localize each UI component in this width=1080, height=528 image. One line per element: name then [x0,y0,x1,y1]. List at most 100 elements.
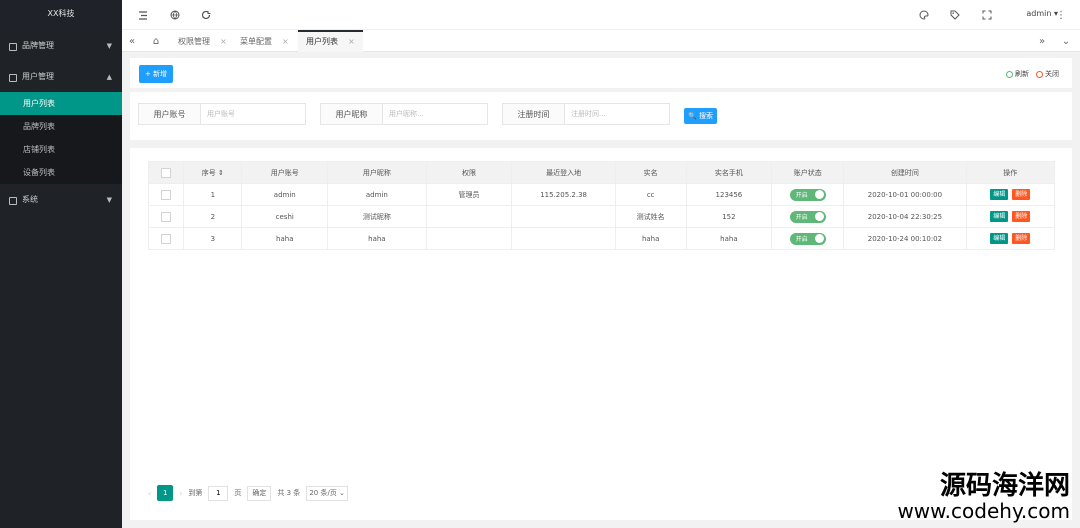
delete-button[interactable]: 删除 [1012,233,1031,244]
tab-permission[interactable]: 权限管理 × [170,30,235,52]
page-current[interactable]: 1 [157,485,174,501]
delete-button[interactable]: 删除 [1012,211,1031,222]
status-toggle[interactable]: 开启 [789,188,826,201]
nickname-input[interactable] [383,104,487,124]
sidebar-item-user-list[interactable]: 用户列表 [0,92,122,115]
close-icon[interactable]: × [220,37,227,46]
column-header[interactable]: 序号 ⇕ [183,161,243,184]
status-toggle[interactable]: 开启 [789,232,826,245]
app-logo: XX科技 [0,0,122,30]
refresh-link[interactable]: 刷新 [1006,69,1029,79]
column-header: 账户状态 [771,161,845,184]
cell-realname: cc [614,183,687,206]
toggle-knob [814,190,824,199]
sidebar-item-device-list[interactable]: 设备列表 [0,161,122,184]
module-icon [8,42,17,51]
tag-icon[interactable] [948,8,962,22]
column-header: 实名 [614,161,687,184]
sidebar-group-users[interactable]: 用户管理 ▲ [0,61,122,92]
goto-confirm-button[interactable]: 确定 [247,485,272,501]
cell-ip [511,205,616,228]
select-all-header [147,161,185,184]
sidebar-submenu: 用户列表 品牌列表 店铺列表 设备列表 [0,92,122,184]
total-count: 共 3 条 [277,489,301,497]
search-panel: 用户账号 用户昵称 注册时间 🔍 搜索 [130,92,1072,140]
cell-phone: 123456 [685,183,773,206]
status-toggle[interactable]: 开启 [789,210,826,223]
toggle-knob [814,212,824,221]
table-row: 3 haha haha haha haha 开启 2020-10-24 00:1… [147,227,1056,250]
delete-button[interactable]: 删除 [1012,189,1031,200]
edit-button[interactable]: 编辑 [990,233,1009,244]
cell-role [425,205,513,228]
close-icon[interactable]: × [282,37,289,46]
top-header: admin ▾ ⋮ [122,0,1080,30]
column-header: 最近登入地 [511,161,616,184]
close-icon [1036,70,1043,78]
sidebar-item-brand-list[interactable]: 品牌列表 [0,115,122,138]
cell-account: admin [241,183,329,206]
refresh-label: 刷新 [1015,70,1029,78]
row-select-cell [147,227,185,250]
regtime-label: 注册时间 [503,104,565,124]
home-icon[interactable]: ⌂ [146,30,166,52]
cell-created: 2020-10-01 00:00:00 [843,183,967,206]
edit-button[interactable]: 编辑 [990,211,1009,222]
row-checkbox[interactable] [161,211,172,222]
cell-nickname: haha [327,227,427,250]
next-page-icon[interactable]: › [179,489,182,498]
tab-label: 权限管理 [178,36,210,46]
regtime-field: 注册时间 [502,103,670,125]
theme-icon[interactable] [917,8,931,22]
chevron-down-icon[interactable]: ⌄ [1056,30,1076,52]
menu-icon[interactable] [136,8,150,22]
nickname-field: 用户昵称 [320,103,488,125]
user-table: 序号 ⇕ 用户账号 用户昵称 权限 最近登入地 实名 实名手机 账户状态 创建时… [147,161,1056,250]
cell-status: 开启 [771,227,845,250]
column-header: 权限 [425,161,513,184]
cell-realname: haha [614,227,687,250]
sidebar-item-shop-list[interactable]: 店铺列表 [0,138,122,161]
cell-actions: 编辑 删除 [965,227,1056,250]
cell-no: 1 [183,183,243,206]
cell-created: 2020-10-24 00:10:02 [843,227,967,250]
close-link[interactable]: 关闭 [1036,69,1059,79]
more-icon[interactable]: ⋮ [1054,8,1068,22]
sidebar-group-brand[interactable]: 品牌管理 ▼ [0,30,122,61]
fullscreen-icon[interactable] [980,8,994,22]
tab-user-list[interactable]: 用户列表 × [298,30,363,52]
goto-page-input[interactable] [208,485,229,501]
tab-prev-icon[interactable]: « [122,30,142,52]
sidebar-group-label: 用户管理 [22,72,54,81]
column-header: 用户昵称 [327,161,427,184]
refresh-icon[interactable] [199,8,213,22]
toggle-label: 开启 [795,214,808,221]
module-icon [8,196,17,205]
tab-bar: « ⌂ 权限管理 × 菜单配置 × 用户列表 × » ⌄ [122,30,1080,52]
tab-next-icon[interactable]: » [1032,30,1052,52]
table-panel: 序号 ⇕ 用户账号 用户昵称 权限 最近登入地 实名 实名手机 账户状态 创建时… [130,148,1072,520]
search-button[interactable]: 🔍 搜索 [684,108,717,124]
globe-icon[interactable] [168,8,182,22]
edit-button[interactable]: 编辑 [990,189,1009,200]
account-input[interactable] [201,104,305,124]
add-button[interactable]: + 新增 [139,65,173,83]
cell-status: 开启 [771,183,845,206]
pagination: ‹ 1 › 到第 页 确定 共 3 条 20 条/页 ⌄ [148,484,354,502]
toggle-label: 开启 [795,192,808,199]
tab-menu-config[interactable]: 菜单配置 × [232,30,297,52]
page-unit-label: 页 [234,489,242,497]
cell-phone: 152 [685,205,773,228]
row-checkbox[interactable] [161,189,172,200]
cell-ip [511,227,616,250]
prev-page-icon[interactable]: ‹ [148,489,151,498]
chevron-down-icon: ▼ [106,195,112,204]
sidebar-group-system[interactable]: 系统 ▼ [0,184,122,215]
select-all-checkbox[interactable] [161,167,172,178]
column-header: 实名手机 [685,161,773,184]
row-checkbox[interactable] [161,233,172,244]
close-icon[interactable]: × [348,37,355,46]
cell-realname: 测试姓名 [614,205,687,228]
page-size-select[interactable]: 20 条/页 ⌄ [306,485,348,501]
regtime-input[interactable] [565,104,669,124]
